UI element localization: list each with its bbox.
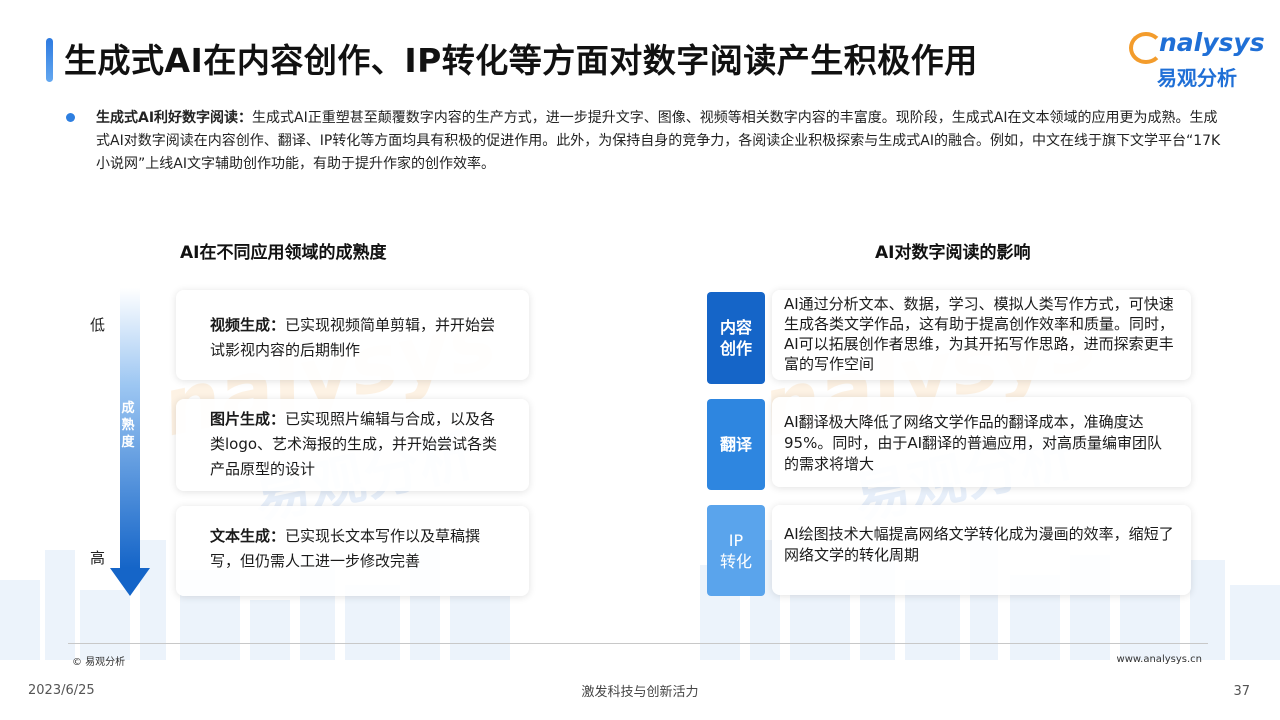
maturity-card-video: 视频生成：已实现视频简单剪辑，并开始尝试影视内容的后期制作 xyxy=(176,290,529,380)
intro-lead: 生成式AI利好数字阅读： xyxy=(96,110,253,126)
maturity-card-image-text: 图片生成：已实现照片编辑与合成，以及各类logo、艺术海报的生成，并开始尝试各类… xyxy=(210,407,510,482)
page-title: 生成式AI在内容创作、IP转化等方面对数字阅读产生积极作用 xyxy=(64,41,978,80)
footer-copyright: © 易观分析 xyxy=(72,657,126,668)
impact-card-creation-text: AI通过分析文本、数据，学习、模拟人类写作方式，可快速生成各类文学作品，这有助于… xyxy=(784,295,1175,373)
maturity-card-video-lead: 视频生成： xyxy=(210,316,286,334)
impact-card-creation: AI通过分析文本、数据，学习、模拟人类写作方式，可快速生成各类文学作品，这有助于… xyxy=(772,290,1191,380)
maturity-card-video-text: 视频生成：已实现视频简单剪辑，并开始尝试影视内容的后期制作 xyxy=(210,313,510,363)
logo-text-cn: 易观分析 xyxy=(1157,66,1237,90)
maturity-card-image: 图片生成：已实现照片编辑与合成，以及各类logo、艺术海报的生成，并开始尝试各类… xyxy=(176,399,529,491)
maturity-axis-text: 成熟度 xyxy=(121,401,135,450)
impact-card-translation-text: AI翻译极大降低了网络文学作品的翻译成本，准确度达95%。同时，由于AI翻译的普… xyxy=(784,413,1163,473)
axis-high-label: 高 xyxy=(90,549,106,567)
logo-swoosh-icon xyxy=(1129,32,1163,64)
right-section-title: AI对数字阅读的影响 xyxy=(875,243,1031,263)
impact-card-translation: AI翻译极大降低了网络文学作品的翻译成本，准确度达95%。同时，由于AI翻译的普… xyxy=(772,397,1191,487)
maturity-card-text-lead: 文本生成： xyxy=(210,527,286,545)
intro-paragraph: 生成式AI利好数字阅读：生成式AI正重塑甚至颠覆数字内容的生产方式，进一步提升文… xyxy=(96,107,1226,176)
tag-ip-conversion: IP 转化 xyxy=(707,505,765,596)
page-number: 37 xyxy=(1233,684,1250,699)
logo-text-en: nalysys xyxy=(1159,28,1265,57)
impact-card-ip-text: AI绘图技术大幅提高网络文学转化成为漫画的效率，缩短了网络文学的转化周期 xyxy=(784,525,1174,564)
maturity-card-text: 文本生成：已实现长文本写作以及草稿撰写，但仍需人工进一步修改完善 xyxy=(176,506,529,596)
tag-translation: 翻译 xyxy=(707,399,765,490)
analysys-logo: nalysys 易观分析 xyxy=(1129,28,1265,92)
maturity-axis-label: 成熟度 xyxy=(118,400,138,451)
maturity-card-image-lead: 图片生成： xyxy=(210,410,286,428)
tag-content-creation: 内容 创作 xyxy=(707,292,765,384)
bullet-dot-icon xyxy=(66,113,75,122)
footer-slogan: 激发科技与创新活力 xyxy=(581,685,699,700)
maturity-card-text-text: 文本生成：已实现长文本写作以及草稿撰写，但仍需人工进一步修改完善 xyxy=(210,524,510,574)
title-accent-bar xyxy=(46,38,53,82)
footer-divider xyxy=(68,643,1208,644)
axis-low-label: 低 xyxy=(90,316,106,334)
impact-card-ip: AI绘图技术大幅提高网络文学转化成为漫画的效率，缩短了网络文学的转化周期 xyxy=(772,505,1191,595)
footer-url: www.analysys.cn xyxy=(1116,654,1202,665)
intro-text: 生成式AI正重塑甚至颠覆数字内容的生产方式，进一步提升文字、图像、视频等相关数字… xyxy=(96,110,1221,172)
left-section-title: AI在不同应用领域的成熟度 xyxy=(180,243,387,263)
